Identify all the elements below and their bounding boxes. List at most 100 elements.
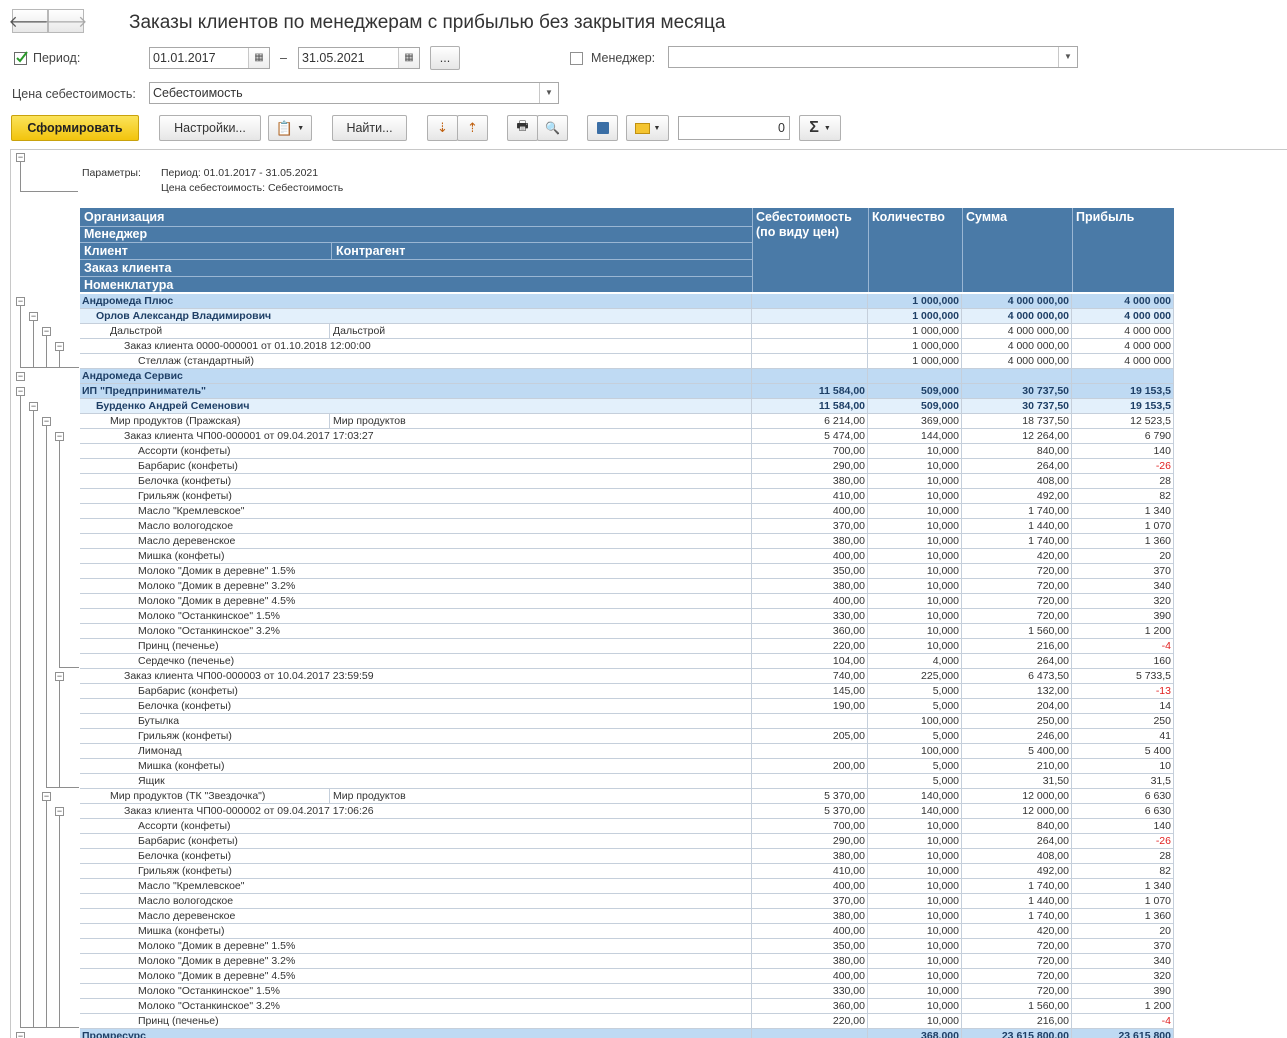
table-row[interactable]: Бурденко Андрей Семенович 11 584,00 509,00…: [80, 399, 1174, 414]
table-row[interactable]: Ящик 5,000 31,50 31,5: [80, 774, 1174, 789]
row-profit: 390: [1072, 609, 1174, 624]
variants-button[interactable]: 📋 ▼: [268, 115, 312, 141]
row-kontragent: Мир продуктов: [330, 789, 752, 804]
collapse-toggle-icon[interactable]: −: [16, 297, 25, 306]
collapse-toggle-icon[interactable]: −: [42, 327, 51, 336]
collapse-toggle-icon[interactable]: −: [55, 672, 64, 681]
table-row[interactable]: Мишка (конфеты) 400,00 10,000 420,00 20: [80, 924, 1174, 939]
table-row[interactable]: Андромеда Плюс 1 000,000 4 000 000,00 4 000…: [80, 294, 1174, 309]
period-select-button[interactable]: ...: [430, 46, 460, 70]
row-name: Бутылка: [80, 714, 752, 729]
save-button[interactable]: [587, 115, 618, 141]
table-row[interactable]: Белочка (конфеты) 190,00 5,000 204,00 14: [80, 699, 1174, 714]
collapse-toggle-icon[interactable]: −: [55, 807, 64, 816]
collapse-toggle-icon[interactable]: −: [16, 153, 25, 162]
table-row[interactable]: Белочка (конфеты) 380,00 10,000 408,00 28: [80, 474, 1174, 489]
table-row[interactable]: Масло вологодское 370,00 10,000 1 440,00 1 0…: [80, 894, 1174, 909]
table-row[interactable]: Барбарис (конфеты) 290,00 10,000 264,00 -26: [80, 459, 1174, 474]
table-row[interactable]: Барбарис (конфеты) 290,00 10,000 264,00 -26: [80, 834, 1174, 849]
table-row[interactable]: Молоко "Останкинское" 3.2% 360,00 10,000 1 …: [80, 624, 1174, 639]
collapse-toggle-icon[interactable]: −: [16, 372, 25, 381]
table-row[interactable]: Молоко "Домик в деревне" 3.2% 380,00 10,00…: [80, 579, 1174, 594]
table-row[interactable]: Заказ клиента ЧП00-000002 от 09.04.2017 …: [80, 804, 1174, 819]
table-row[interactable]: Андромеда Сервис: [80, 369, 1174, 384]
table-row[interactable]: Принц (печенье) 220,00 10,000 216,00 -4: [80, 639, 1174, 654]
table-row[interactable]: Масло "Кремлевское" 400,00 10,000 1 740,00 1…: [80, 879, 1174, 894]
chevron-down-icon[interactable]: ▼: [1058, 47, 1077, 67]
row-sum: 246,00: [962, 729, 1072, 744]
collapse-toggle-icon[interactable]: −: [55, 432, 64, 441]
table-row[interactable]: Бутылка 100,000 250,00 250: [80, 714, 1174, 729]
row-sum: 840,00: [962, 819, 1072, 834]
manager-checkbox[interactable]: [570, 52, 583, 65]
row-qty: 100,000: [868, 744, 962, 759]
row-profit: 340: [1072, 954, 1174, 969]
table-row[interactable]: Дальстрой Дальстрой 1 000,000 4 000 000,00 4…: [80, 324, 1174, 339]
settings-button[interactable]: Настройки...: [159, 115, 261, 141]
table-row[interactable]: Грильяж (конфеты) 410,00 10,000 492,00 82: [80, 489, 1174, 504]
table-row[interactable]: Молоко "Останкинское" 3.2% 360,00 10,000 1 …: [80, 999, 1174, 1014]
table-row[interactable]: Грильяж (конфеты) 410,00 10,000 492,00 82: [80, 864, 1174, 879]
sum-field[interactable]: 0: [678, 116, 790, 140]
calendar-icon[interactable]: ▦: [248, 48, 269, 68]
find-button[interactable]: Найти...: [332, 115, 407, 141]
sum-mode-button[interactable]: Σ ▼: [799, 115, 841, 141]
chevron-down-icon[interactable]: ▼: [539, 83, 558, 103]
collapse-toggle-icon[interactable]: −: [55, 342, 64, 351]
table-row[interactable]: Мишка (конфеты) 400,00 10,000 420,00 20: [80, 549, 1174, 564]
collapse-toggle-icon[interactable]: −: [16, 1032, 25, 1038]
table-row[interactable]: Мир продуктов (ТК "Звездочка") Мир продук…: [80, 789, 1174, 804]
back-button[interactable]: 🡐: [9, 9, 51, 33]
send-email-button[interactable]: ▼: [626, 115, 669, 141]
date-to-input[interactable]: 31.05.2021 ▦: [298, 47, 420, 69]
table-row[interactable]: Заказ клиента 0000-000001 от 01.10.2018 …: [80, 339, 1174, 354]
table-row[interactable]: Орлов Александр Владимирович 1 000,000 4 0…: [80, 309, 1174, 324]
generate-button[interactable]: Сформировать: [11, 115, 139, 141]
table-row[interactable]: Мир продуктов (Пражская) Мир продуктов 6 2…: [80, 414, 1174, 429]
date-from-input[interactable]: 01.01.2017 ▦: [149, 47, 270, 69]
collapse-toggle-icon[interactable]: −: [16, 387, 25, 396]
row-sum: 720,00: [962, 564, 1072, 579]
preview-button[interactable]: 🔍: [537, 115, 568, 141]
table-row[interactable]: Молоко "Домик в деревне" 4.5% 400,00 10,00…: [80, 969, 1174, 984]
table-row[interactable]: Заказ клиента ЧП00-000001 от 09.04.2017 …: [80, 429, 1174, 444]
row-profit: 1 360: [1072, 534, 1174, 549]
table-row[interactable]: Масло вологодское 370,00 10,000 1 440,00 1 0…: [80, 519, 1174, 534]
cost-select[interactable]: Себестоимость ▼: [149, 82, 559, 104]
expand-all-button[interactable]: ⇣: [427, 115, 458, 141]
table-row[interactable]: Белочка (конфеты) 380,00 10,000 408,00 28: [80, 849, 1174, 864]
collapse-toggle-icon[interactable]: −: [42, 792, 51, 801]
table-row[interactable]: Масло деревенское 380,00 10,000 1 740,00 1 3…: [80, 909, 1174, 924]
row-profit: 31,5: [1072, 774, 1174, 789]
table-row[interactable]: Ассорти (конфеты) 700,00 10,000 840,00 140: [80, 444, 1174, 459]
table-row[interactable]: Молоко "Домик в деревне" 1.5% 350,00 10,00…: [80, 564, 1174, 579]
table-row[interactable]: Принц (печенье) 220,00 10,000 216,00 -4: [80, 1014, 1174, 1029]
row-cost: 290,00: [752, 834, 868, 849]
table-row[interactable]: Барбарис (конфеты) 145,00 5,000 132,00 -13: [80, 684, 1174, 699]
table-row[interactable]: Ассорти (конфеты) 700,00 10,000 840,00 140: [80, 819, 1174, 834]
table-row[interactable]: Заказ клиента ЧП00-000003 от 10.04.2017 …: [80, 669, 1174, 684]
table-row[interactable]: Молоко "Домик в деревне" 3.2% 380,00 10,00…: [80, 954, 1174, 969]
table-row[interactable]: ИП "Предприниматель" 11 584,00 509,000 30 7…: [80, 384, 1174, 399]
table-row[interactable]: Лимонад 100,000 5 400,00 5 400: [80, 744, 1174, 759]
calendar-icon[interactable]: ▦: [398, 48, 419, 68]
collapse-toggle-icon[interactable]: −: [42, 417, 51, 426]
collapse-toggle-icon[interactable]: −: [29, 402, 38, 411]
table-row[interactable]: Стеллаж (стандартный) 1 000,000 4 000 000,…: [80, 354, 1174, 369]
table-row[interactable]: Молоко "Домик в деревне" 4.5% 400,00 10,00…: [80, 594, 1174, 609]
table-row[interactable]: Молоко "Останкинское" 1.5% 330,00 10,000 72…: [80, 609, 1174, 624]
table-row[interactable]: Мишка (конфеты) 200,00 5,000 210,00 10: [80, 759, 1174, 774]
collapse-all-button[interactable]: ⇡: [457, 115, 488, 141]
manager-select[interactable]: ▼: [668, 46, 1078, 68]
forward-button[interactable]: 🡒: [45, 9, 87, 33]
table-row[interactable]: Сердечко (печенье) 104,00 4,000 264,00 160: [80, 654, 1174, 669]
table-row[interactable]: Масло "Кремлевское" 400,00 10,000 1 740,00 1…: [80, 504, 1174, 519]
table-row[interactable]: Молоко "Останкинское" 1.5% 330,00 10,000 72…: [80, 984, 1174, 999]
period-checkbox[interactable]: [14, 51, 28, 65]
collapse-toggle-icon[interactable]: −: [29, 312, 38, 321]
table-row[interactable]: Молоко "Домик в деревне" 1.5% 350,00 10,00…: [80, 939, 1174, 954]
table-row[interactable]: Грильяж (конфеты) 205,00 5,000 246,00 41: [80, 729, 1174, 744]
table-row[interactable]: Масло деревенское 380,00 10,000 1 740,00 1 3…: [80, 534, 1174, 549]
row-cost: 380,00: [752, 849, 868, 864]
print-button[interactable]: 🖶: [507, 115, 538, 141]
